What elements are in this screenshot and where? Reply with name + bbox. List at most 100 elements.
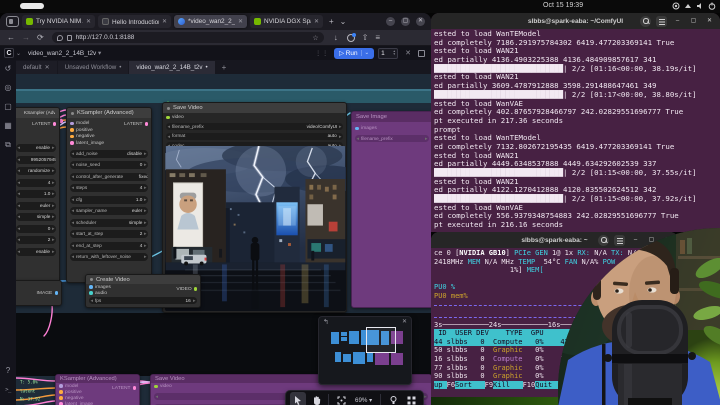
node-library-icon[interactable]: ▢	[4, 102, 12, 112]
node-create-video[interactable]: Create Video VIDEO images audio fps 16	[85, 274, 201, 308]
minimap-close-icon[interactable]: ✕	[402, 318, 407, 325]
maximize-button[interactable]: ▢	[688, 16, 699, 27]
minimize-button[interactable]: –	[630, 235, 641, 246]
node-widget[interactable]: fps 16	[89, 297, 197, 304]
node-widget[interactable]: scheduler simple	[70, 219, 148, 227]
input-dot[interactable]	[70, 141, 74, 145]
bookmark-star-icon[interactable]: ☆	[312, 34, 318, 42]
node-widget[interactable]: euler	[16, 202, 56, 210]
node-ksampler-b[interactable]: KSampler (Advanced) LATENT model positiv…	[55, 374, 140, 405]
latent-output-dot[interactable]	[53, 122, 57, 126]
input-dot[interactable]	[89, 285, 93, 289]
node-widget[interactable]: end_at_step 4	[70, 242, 148, 250]
stepper-arrows-icon[interactable]: ▴▾	[393, 50, 395, 57]
collapse-dot-icon[interactable]	[71, 112, 74, 115]
input-dot[interactable]	[59, 384, 63, 388]
workflow-name[interactable]: video_wan2_2_14B_t2v ▾	[28, 49, 101, 57]
node-ksampler-high[interactable]: KSampler (Advanced) LATENT enable 995205…	[16, 107, 60, 283]
input-dot[interactable]	[59, 390, 63, 394]
node-widget[interactable]: randomize	[16, 167, 56, 175]
browser-tab[interactable]: Hello Introduction 👋 ✕	[98, 15, 171, 28]
node-widget[interactable]: steps 4	[70, 184, 148, 192]
workflow-tab-marker-icon[interactable]: ✕	[45, 64, 50, 71]
node-widget[interactable]: filename_prefix video/ComfyUI	[166, 123, 343, 130]
node-widget[interactable]: filename_prefix	[355, 135, 429, 142]
select-tool-button[interactable]	[290, 392, 306, 405]
node-save-image-b[interactable]: Save Image images filename_prefix	[351, 111, 431, 308]
close-button[interactable]: ✕	[704, 16, 715, 27]
minimap[interactable]: ↰ ✕	[318, 316, 412, 385]
node-widget[interactable]: enable	[16, 248, 56, 256]
node-widget[interactable]: format auto	[166, 133, 343, 140]
new-workflow-button[interactable]: +	[222, 63, 227, 74]
toggle-links-button[interactable]	[403, 392, 419, 405]
node-ksampler-low[interactable]: KSampler (Advanced) LATENT model positiv…	[66, 107, 152, 283]
menu-button[interactable]: ≡	[375, 33, 380, 42]
workflow-tab-marker-icon[interactable]: •	[205, 64, 207, 71]
images-input-dot[interactable]	[355, 127, 359, 131]
close-button[interactable]: ✕	[416, 17, 425, 26]
node-widget[interactable]: 0	[16, 225, 56, 233]
tab-list-button[interactable]: ⌄	[340, 17, 347, 26]
workflow-tab[interactable]: default ✕	[16, 61, 57, 74]
page-info-icon[interactable]	[67, 35, 72, 41]
node-widget[interactable]: 2	[16, 236, 56, 244]
video-input-dot[interactable]	[166, 116, 170, 120]
node-widget[interactable]: noise_seed 0	[70, 161, 148, 169]
input-dot[interactable]	[89, 291, 93, 295]
forward-button[interactable]: →	[22, 33, 30, 42]
run-options-caret-icon[interactable]: ⌄	[361, 50, 370, 56]
browser-tab[interactable]: *video_wan2_2_14B_t ✕	[174, 15, 247, 28]
queue-drag-handle[interactable]: ⋮⋮	[315, 50, 329, 57]
tab-close-icon[interactable]: ✕	[162, 18, 167, 25]
node-widget[interactable]: enable	[16, 144, 56, 152]
shield-icon[interactable]	[57, 35, 63, 41]
node-widget[interactable]: sampler_name euler	[70, 207, 148, 215]
image-output-dot[interactable]	[55, 291, 59, 295]
minimize-button[interactable]: –	[386, 17, 395, 26]
browser-tab[interactable]: NVIDIA DGX Spark | Li ✕	[250, 15, 323, 28]
share-button[interactable]: ⇧	[362, 33, 369, 42]
node-widget[interactable]: start_at_step 2	[70, 230, 148, 238]
profile-icon[interactable]	[347, 34, 355, 42]
workflows-icon[interactable]: ⧉	[5, 140, 11, 150]
url-text[interactable]: http://127.0.0.1:8188	[76, 34, 309, 41]
node-widget[interactable]: simple	[16, 213, 56, 221]
focus-mode-button[interactable]	[385, 392, 401, 405]
menu-icon[interactable]	[656, 16, 667, 27]
clock[interactable]: Oct 15 19:39	[543, 2, 583, 9]
collapse-dot-icon[interactable]	[90, 278, 93, 281]
tab-close-icon[interactable]: ✕	[238, 18, 243, 25]
url-bar[interactable]: http://127.0.0.1:8188 ☆	[52, 32, 324, 43]
node-widget[interactable]: return_with_leftover_noise disable	[70, 253, 148, 261]
search-icon[interactable]	[598, 235, 609, 246]
minimize-button[interactable]: –	[672, 16, 683, 27]
batch-count-stepper[interactable]: 1 ▴▾	[378, 48, 398, 59]
reload-button[interactable]: ⟳	[37, 33, 44, 42]
node-image-source[interactable]: IMAGE	[16, 280, 62, 306]
run-button[interactable]: ▷ Run ⌄	[334, 48, 374, 59]
node-widget[interactable]: control_after_generate fixed	[70, 173, 148, 181]
latent-output-dot[interactable]	[133, 386, 137, 390]
zoom-level[interactable]: 69% ▾	[351, 397, 376, 404]
back-button[interactable]: ←	[7, 33, 15, 42]
input-dot[interactable]	[70, 128, 74, 132]
node-widget[interactable]: cfg 1.0	[70, 196, 148, 204]
node-widget[interactable]: 4	[16, 179, 56, 187]
history-icon[interactable]: ↺	[5, 64, 12, 74]
node-widget[interactable]: 1.0	[16, 190, 56, 198]
input-dot[interactable]	[70, 122, 74, 126]
workflow-tab-marker-icon[interactable]: •	[119, 64, 121, 71]
help-icon[interactable]: ?	[6, 366, 10, 376]
tab-close-icon[interactable]: ✕	[314, 18, 319, 25]
maximize-button[interactable]: ▢	[401, 17, 410, 26]
menu-icon[interactable]	[614, 235, 625, 246]
new-tab-button[interactable]: +	[329, 17, 334, 26]
input-dot[interactable]	[59, 396, 63, 400]
terminal-titlebar[interactable]: slbbs@spark-eaba: ~ – ▢ ✕	[431, 232, 678, 248]
system-tray[interactable]	[672, 2, 716, 10]
latent-output-dot[interactable]	[145, 122, 149, 126]
clear-queue-button[interactable]: ✕	[405, 49, 411, 57]
assets-icon[interactable]: ◎	[5, 83, 12, 93]
comfy-logo[interactable]: C	[4, 48, 14, 58]
